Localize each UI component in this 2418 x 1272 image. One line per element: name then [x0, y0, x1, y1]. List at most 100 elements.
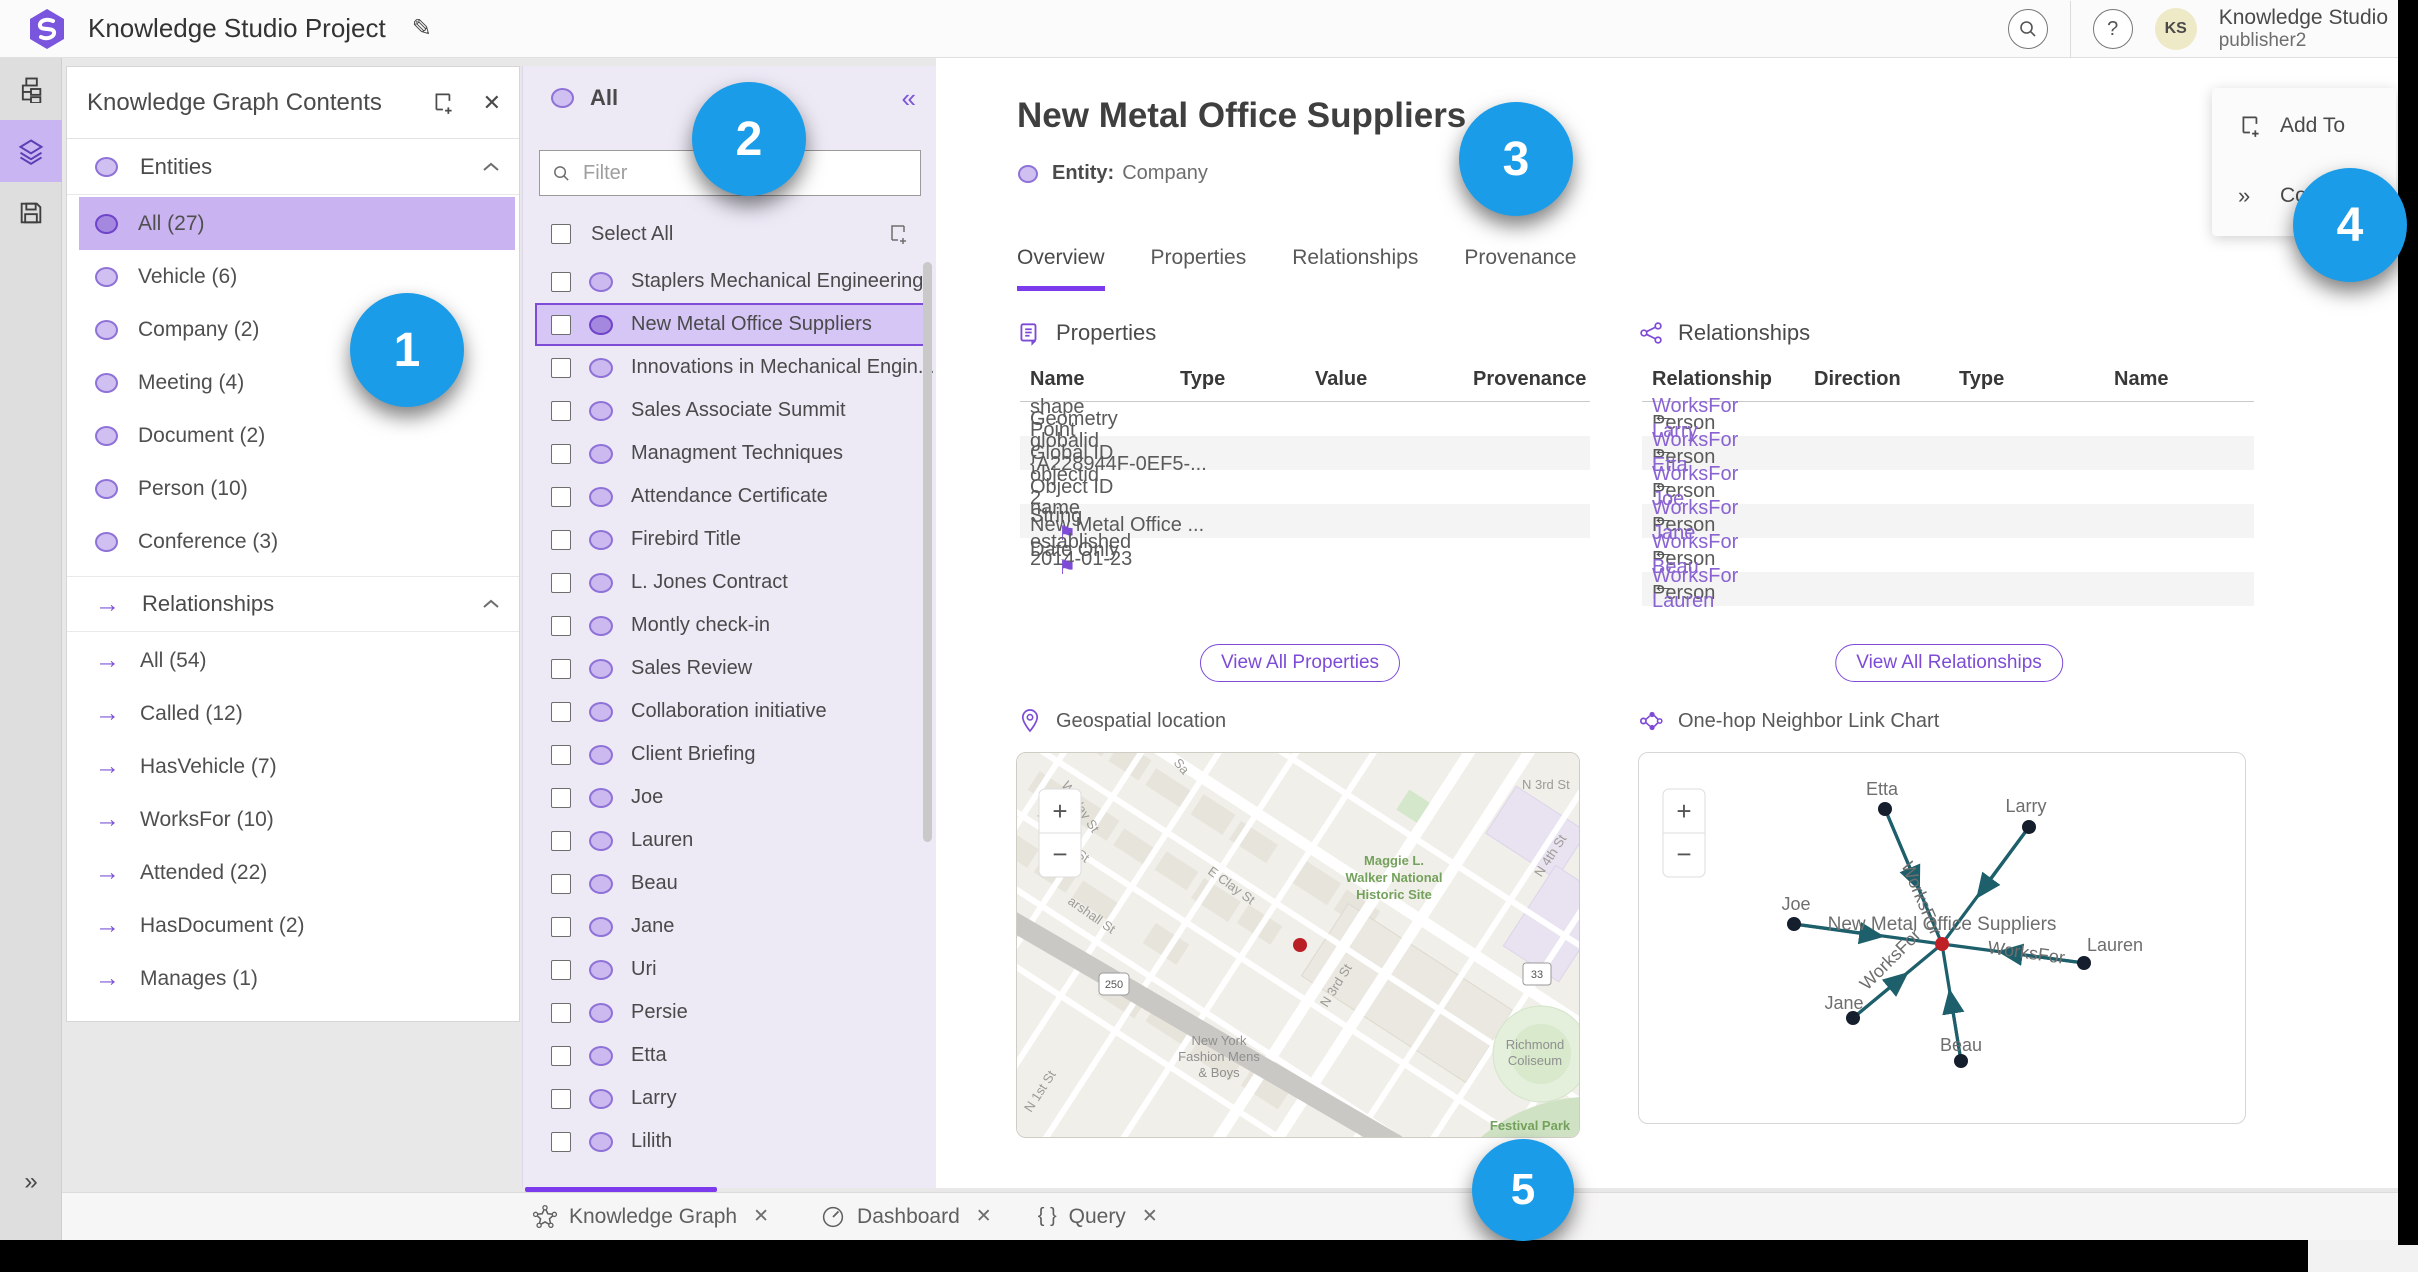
item-checkbox[interactable]: [551, 873, 571, 894]
item-checkbox[interactable]: [551, 357, 571, 378]
entity-instance-item[interactable]: Managment Techniques: [535, 432, 927, 475]
entity-instance-item[interactable]: Joe: [535, 776, 927, 819]
relationship-type-item[interactable]: → WorksFor (10): [79, 793, 515, 846]
item-checkbox[interactable]: [551, 658, 571, 679]
entity-type-item[interactable]: All (27): [79, 197, 515, 250]
relationship-type-item[interactable]: → Attended (22): [79, 846, 515, 899]
close-panel-button[interactable]: ✕: [483, 90, 501, 116]
item-checkbox[interactable]: [551, 830, 571, 851]
item-checkbox[interactable]: [551, 959, 571, 980]
expand-rail-button[interactable]: »: [0, 1168, 62, 1196]
zoom-out-button[interactable]: −: [1676, 839, 1691, 869]
zoom-in-button[interactable]: +: [1676, 796, 1691, 826]
item-checkbox[interactable]: [551, 916, 571, 937]
tab-provenance[interactable]: Provenance: [1464, 246, 1576, 291]
entity-type-item[interactable]: Person (10): [79, 462, 515, 515]
item-checkbox[interactable]: [551, 400, 571, 421]
item-checkbox[interactable]: [551, 529, 571, 550]
add-content-button[interactable]: [431, 90, 457, 116]
avatar[interactable]: KS: [2154, 8, 2197, 50]
item-checkbox[interactable]: [551, 271, 571, 292]
entity-instance-item[interactable]: Innovations in Mechanical Engin...: [535, 346, 935, 389]
item-checkbox[interactable]: [551, 443, 571, 464]
tab-query[interactable]: { } Query ✕: [1038, 1205, 1158, 1229]
item-checkbox[interactable]: [551, 1088, 571, 1109]
close-tab-icon[interactable]: ✕: [976, 1205, 992, 1228]
view-all-properties-button[interactable]: View All Properties: [1199, 644, 1401, 682]
item-checkbox[interactable]: [551, 314, 571, 335]
view-all-relationships-button[interactable]: View All Relationships: [1835, 644, 2063, 682]
entity-instance-item[interactable]: Collaboration initiative: [535, 690, 927, 733]
close-tab-icon[interactable]: ✕: [753, 1205, 769, 1228]
node-jane[interactable]: [1846, 1011, 1860, 1025]
geospatial-map[interactable]: k Rd W Clay St Sa N 3rd St N 4th St Magg…: [1017, 753, 1580, 1138]
relationships-section-header[interactable]: → Relationships: [67, 576, 519, 632]
node-lauren[interactable]: [2077, 956, 2091, 970]
rail-item-save[interactable]: [0, 182, 62, 244]
user-info[interactable]: Knowledge Studio publisher2: [2219, 6, 2388, 52]
entity-instance-item[interactable]: Client Briefing: [535, 733, 927, 776]
entities-section-header[interactable]: Entities: [67, 139, 519, 195]
entity-instance-item[interactable]: Staplers Mechanical Engineering: [535, 260, 927, 303]
entity-instance-item[interactable]: Lilith: [535, 1120, 927, 1163]
entity-instance-item[interactable]: Beau: [535, 862, 927, 905]
item-checkbox[interactable]: [551, 787, 571, 808]
add-selection-button[interactable]: [887, 222, 911, 246]
chevron-up-icon[interactable]: [481, 161, 501, 173]
entity-instance-item[interactable]: Lauren: [535, 819, 927, 862]
tab-properties[interactable]: Properties: [1151, 246, 1247, 291]
entity-instance-item[interactable]: L. Jones Contract: [535, 561, 927, 604]
rail-item-layers[interactable]: [0, 120, 62, 182]
item-checkbox[interactable]: [551, 615, 571, 636]
entity-instance-item[interactable]: Larry: [535, 1077, 927, 1120]
entity-instance-item[interactable]: Sales Review: [535, 647, 927, 690]
entity-type-item[interactable]: Vehicle (6): [79, 250, 515, 303]
item-checkbox[interactable]: [551, 1045, 571, 1066]
tab-dashboard[interactable]: Dashboard ✕: [821, 1205, 992, 1229]
node-beau[interactable]: [1954, 1054, 1968, 1068]
entity-instance-item[interactable]: Etta: [535, 1034, 927, 1077]
search-button[interactable]: [2007, 9, 2048, 49]
entity-type-item[interactable]: Document (2): [79, 409, 515, 462]
menu-item-add-to[interactable]: Add To: [2212, 94, 2396, 158]
relationship-type-item[interactable]: → Called (12): [79, 687, 515, 740]
edit-title-icon[interactable]: ✎: [412, 14, 432, 43]
item-checkbox[interactable]: [551, 1002, 571, 1023]
close-tab-icon[interactable]: ✕: [1142, 1205, 1158, 1228]
collapse-panel-icon[interactable]: «: [902, 83, 916, 114]
zoom-in-button[interactable]: +: [1052, 796, 1067, 826]
rail-item-schema[interactable]: [0, 58, 62, 120]
related-entity-link[interactable]: Lauren: [1642, 590, 2254, 613]
relationship-type-item[interactable]: → Manages (1): [79, 952, 515, 1005]
node-joe[interactable]: [1787, 917, 1801, 931]
chevron-up-icon[interactable]: [481, 598, 501, 610]
entity-instance-item[interactable]: Firebird Title: [535, 518, 927, 561]
tab-overview[interactable]: Overview: [1017, 246, 1105, 291]
item-checkbox[interactable]: [551, 1131, 571, 1152]
node-larry[interactable]: [2022, 820, 2036, 834]
entity-instance-item[interactable]: Jane: [535, 905, 927, 948]
scrollbar[interactable]: [923, 262, 932, 842]
relationship-type-item[interactable]: → HasDocument (2): [79, 899, 515, 952]
relationship-type-item[interactable]: → HasVehicle (7): [79, 740, 515, 793]
help-button[interactable]: ?: [2092, 9, 2133, 49]
select-all-checkbox[interactable]: [551, 224, 571, 244]
entity-instance-item[interactable]: New Metal Office Suppliers: [535, 303, 927, 346]
item-checkbox[interactable]: [551, 486, 571, 507]
relationship-type-item[interactable]: → All (54): [79, 634, 515, 687]
node-center[interactable]: [1935, 937, 1949, 951]
item-checkbox[interactable]: [551, 744, 571, 765]
table-row[interactable]: established Date Only 2014-01-23 ⚑: [1020, 531, 1590, 580]
item-checkbox[interactable]: [551, 572, 571, 593]
entity-instance-item[interactable]: Sales Associate Summit: [535, 389, 927, 432]
node-etta[interactable]: [1878, 802, 1892, 816]
entity-instance-item[interactable]: Uri: [535, 948, 927, 991]
entity-type-item[interactable]: Conference (3): [79, 515, 515, 568]
one-hop-link-chart[interactable]: Etta Larry Joe Lauren Jane Beau New Meta…: [1639, 753, 2246, 1124]
tab-relationships[interactable]: Relationships: [1292, 246, 1418, 291]
entity-instance-item[interactable]: Persie: [535, 991, 927, 1034]
tab-knowledge-graph[interactable]: Knowledge Graph ✕: [533, 1205, 769, 1229]
entity-instance-item[interactable]: Attendance Certificate: [535, 475, 927, 518]
item-checkbox[interactable]: [551, 701, 571, 722]
provenance-flag-icon[interactable]: ⚑: [1030, 557, 1076, 579]
